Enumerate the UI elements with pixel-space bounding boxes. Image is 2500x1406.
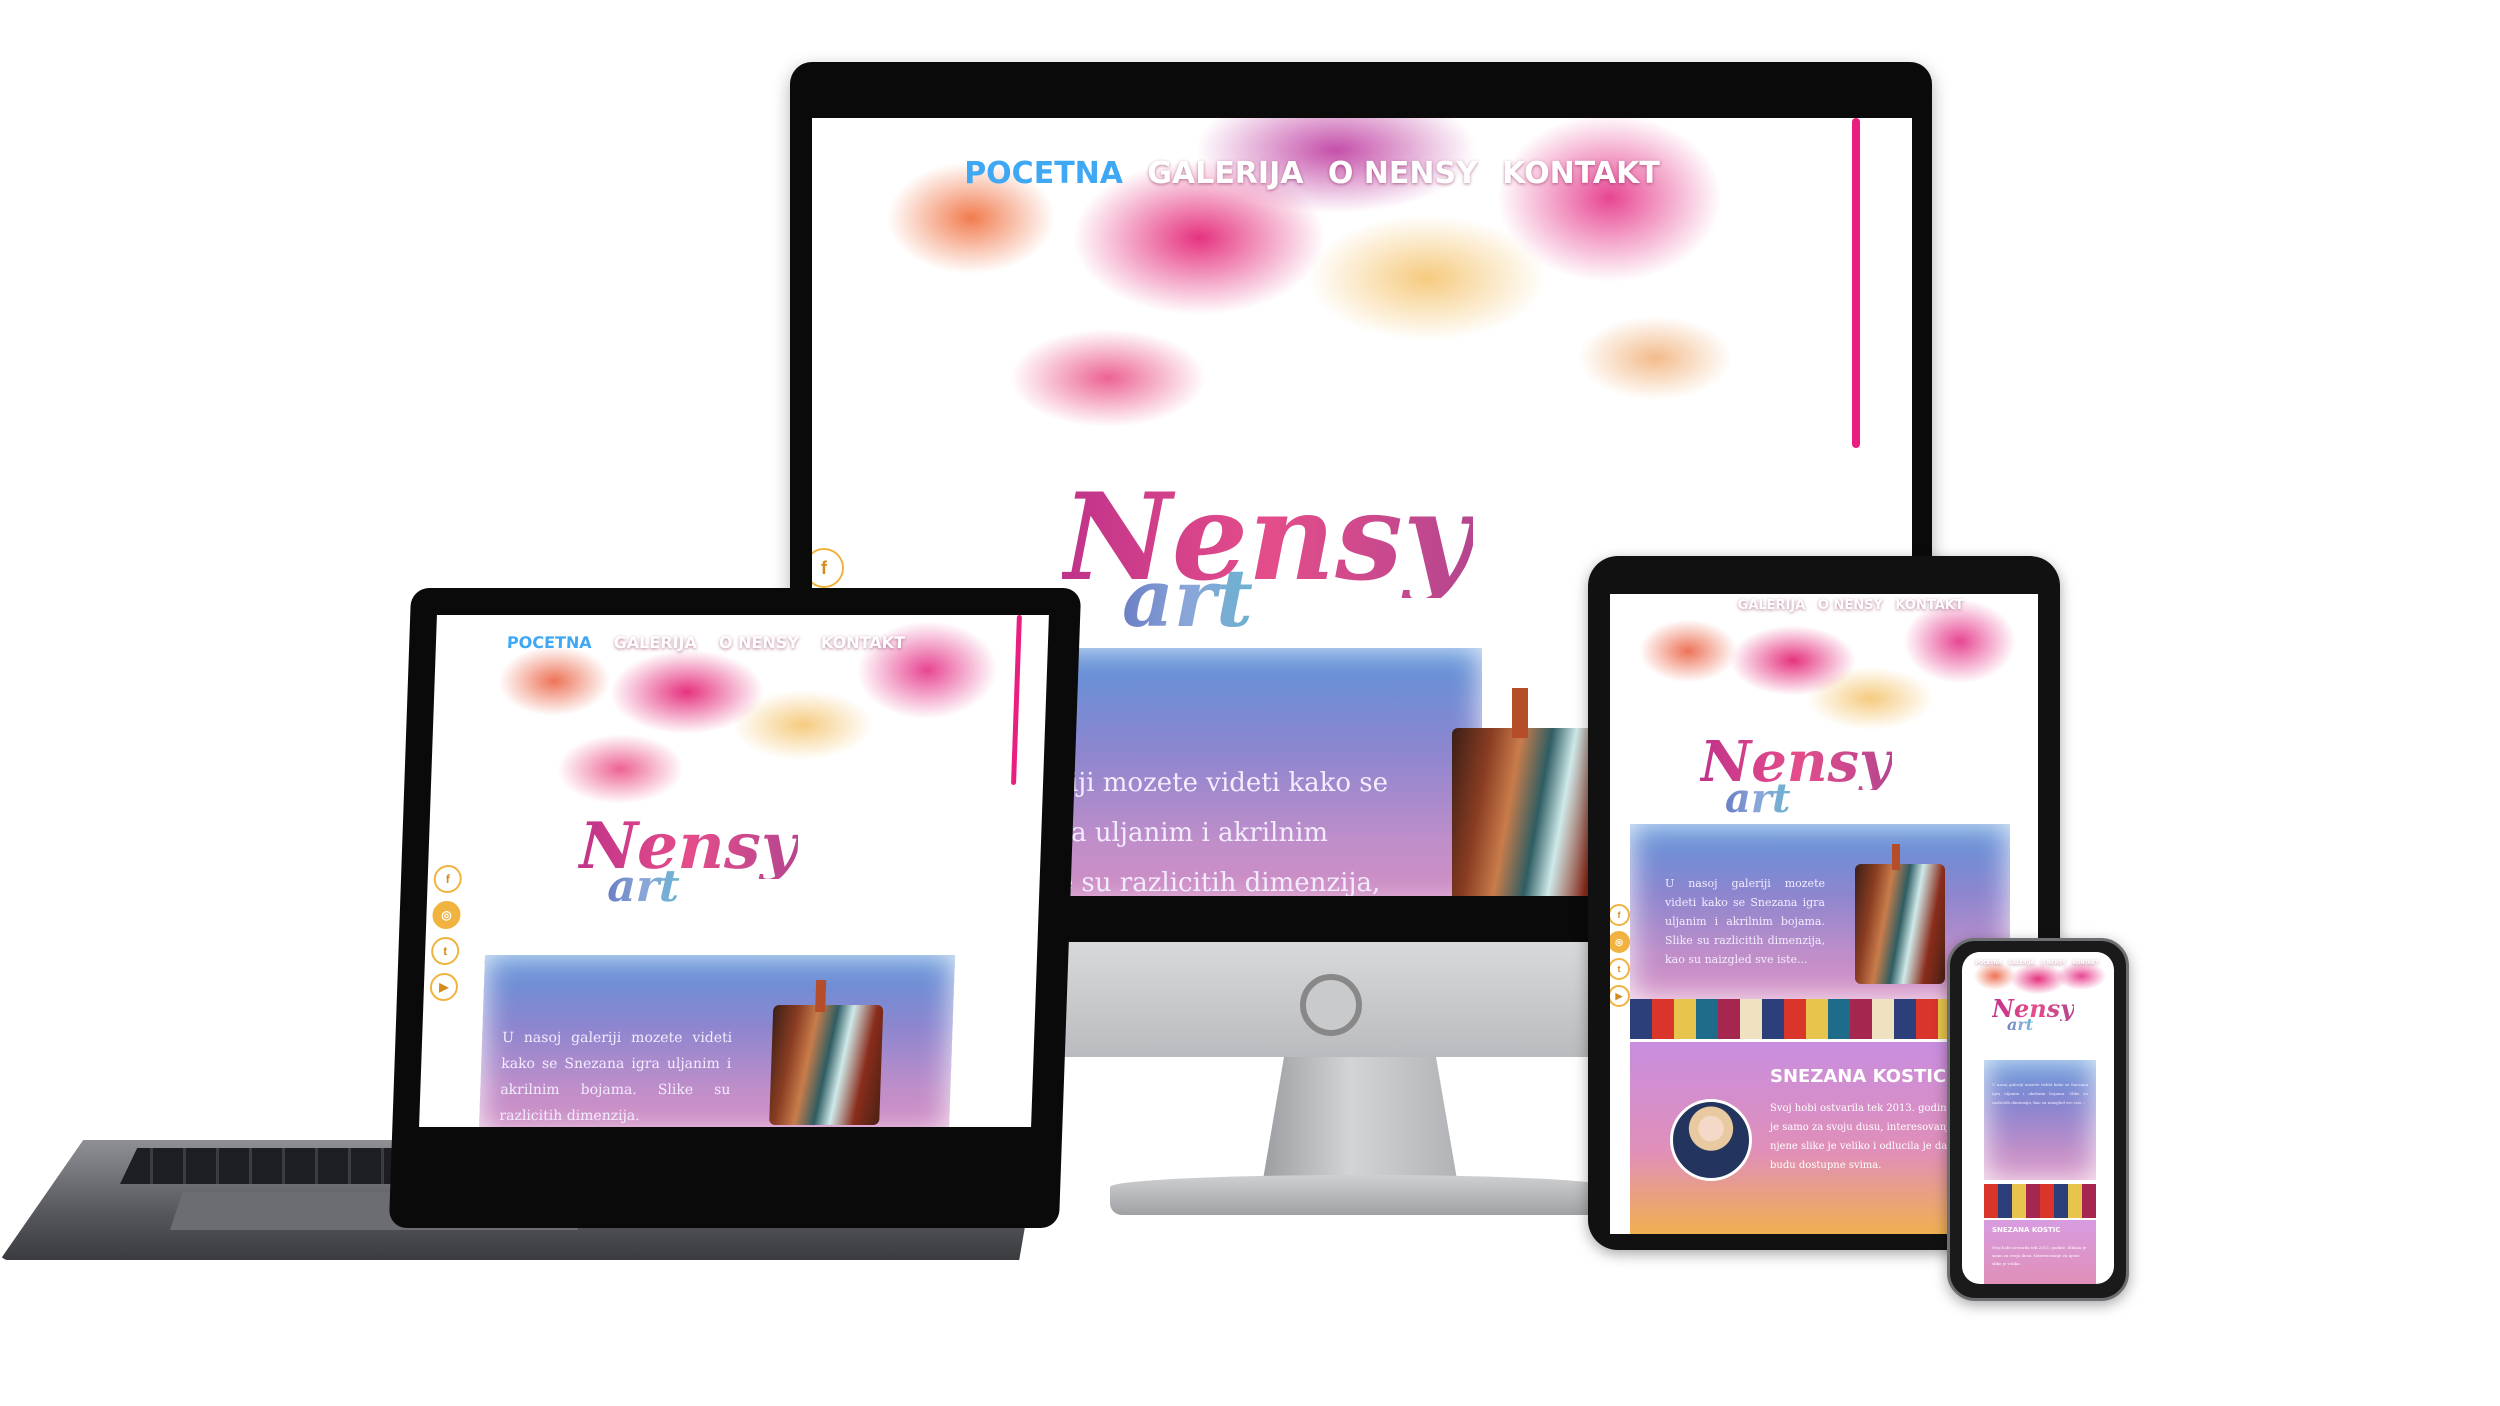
- youtube-icon[interactable]: ▶: [429, 973, 459, 1001]
- nav-galerija[interactable]: GALERIJA: [2008, 960, 2034, 966]
- nav-pocetna[interactable]: POCETNA: [964, 156, 1123, 191]
- desktop-nav: POCETNA GALERIJA O NENSY KONTAKT: [952, 148, 1672, 198]
- nav-kontakt[interactable]: KONTAKT: [1502, 156, 1660, 191]
- phone-screen: POCETNA GALERIJA O NENSY KONTAKT Nensy a…: [1962, 952, 2114, 1284]
- phone-gallery-strip[interactable]: [1984, 1184, 2096, 1218]
- logo-art: art: [1122, 551, 1253, 645]
- laptop-screen: POCETNA GALERIJA O NENSY KONTAKT Nensy a…: [419, 615, 1049, 1127]
- desktop-scrollbar[interactable]: [1852, 118, 1860, 448]
- nav-o-nensy[interactable]: O NENSY: [2041, 960, 2066, 966]
- facebook-icon[interactable]: f: [433, 865, 463, 893]
- twitter-icon[interactable]: t: [430, 937, 460, 965]
- nav-pocetna[interactable]: POCETNA: [1656, 598, 1725, 613]
- facebook-icon[interactable]: f: [812, 548, 844, 588]
- logo-art: art: [1725, 775, 1791, 822]
- nav-galerija[interactable]: GALERIJA: [613, 633, 697, 652]
- logo-art: art: [606, 861, 681, 912]
- nav-o-nensy[interactable]: O NENSY: [719, 633, 800, 652]
- laptop-intro-text: U nasoj galeriji mozete videti kako se S…: [499, 1030, 733, 1124]
- nav-pocetna[interactable]: POCETNA: [1975, 960, 2001, 966]
- easel-post: [1892, 844, 1900, 870]
- nav-kontakt[interactable]: KONTAKT: [2072, 960, 2098, 966]
- phone-intro-panel: [1984, 1060, 2096, 1180]
- phone-artist-bio: Svoj hobi ostvarila tek 2013. godine. Sl…: [1992, 1245, 2087, 1266]
- tablet-nav: POCETNA GALERIJA O NENSY KONTAKT: [1650, 594, 1970, 616]
- tablet-intro-text: U nasoj galeriji mozete videti kako se S…: [1665, 877, 1825, 966]
- easel-post: [815, 980, 827, 1012]
- logo-art: art: [2007, 1015, 2034, 1034]
- artist-name: SNEZANA KOSTIC: [1770, 1066, 1947, 1087]
- desktop-intro-text: eriji mozete videti kako se gra uljanim …: [1042, 768, 1388, 896]
- twitter-icon[interactable]: t: [1610, 958, 1630, 980]
- monitor-foot: [1110, 1175, 1610, 1215]
- easel-post: [1512, 688, 1528, 738]
- instagram-icon[interactable]: ◎: [1610, 931, 1630, 953]
- nav-kontakt[interactable]: KONTAKT: [821, 633, 906, 652]
- nav-galerija[interactable]: GALERIJA: [1738, 598, 1806, 613]
- phone-artist-name: SNEZANA KOSTIC: [1992, 1226, 2061, 1234]
- painting-image: [1855, 864, 1945, 984]
- laptop-social-icons: f ◎ t ▶: [429, 865, 463, 1001]
- phone-nav: POCETNA GALERIJA O NENSY KONTAKT: [1972, 958, 2102, 968]
- nav-pocetna[interactable]: POCETNA: [507, 633, 592, 652]
- painting-image: [769, 1005, 884, 1125]
- monitor-logo-icon: [1300, 974, 1362, 1036]
- nav-kontakt[interactable]: KONTAKT: [1895, 598, 1963, 613]
- artist-avatar: [1670, 1099, 1752, 1181]
- facebook-icon[interactable]: f: [1610, 904, 1630, 926]
- laptop-nav: POCETNA GALERIJA O NENSY KONTAKT: [496, 629, 917, 655]
- nav-galerija[interactable]: GALERIJA: [1147, 156, 1303, 191]
- desktop-social-icons: f: [812, 548, 844, 588]
- laptop-scrollbar[interactable]: [1011, 615, 1022, 785]
- phone-intro-text: U nasoj galeriji mozete videti kako se S…: [1992, 1082, 2088, 1105]
- nav-o-nensy[interactable]: O NENSY: [1818, 598, 1883, 613]
- nav-o-nensy[interactable]: O NENSY: [1328, 156, 1478, 191]
- youtube-icon[interactable]: ▶: [1610, 985, 1630, 1007]
- instagram-icon[interactable]: ◎: [431, 901, 461, 929]
- tablet-social-icons: f ◎ t ▶: [1610, 904, 1630, 1007]
